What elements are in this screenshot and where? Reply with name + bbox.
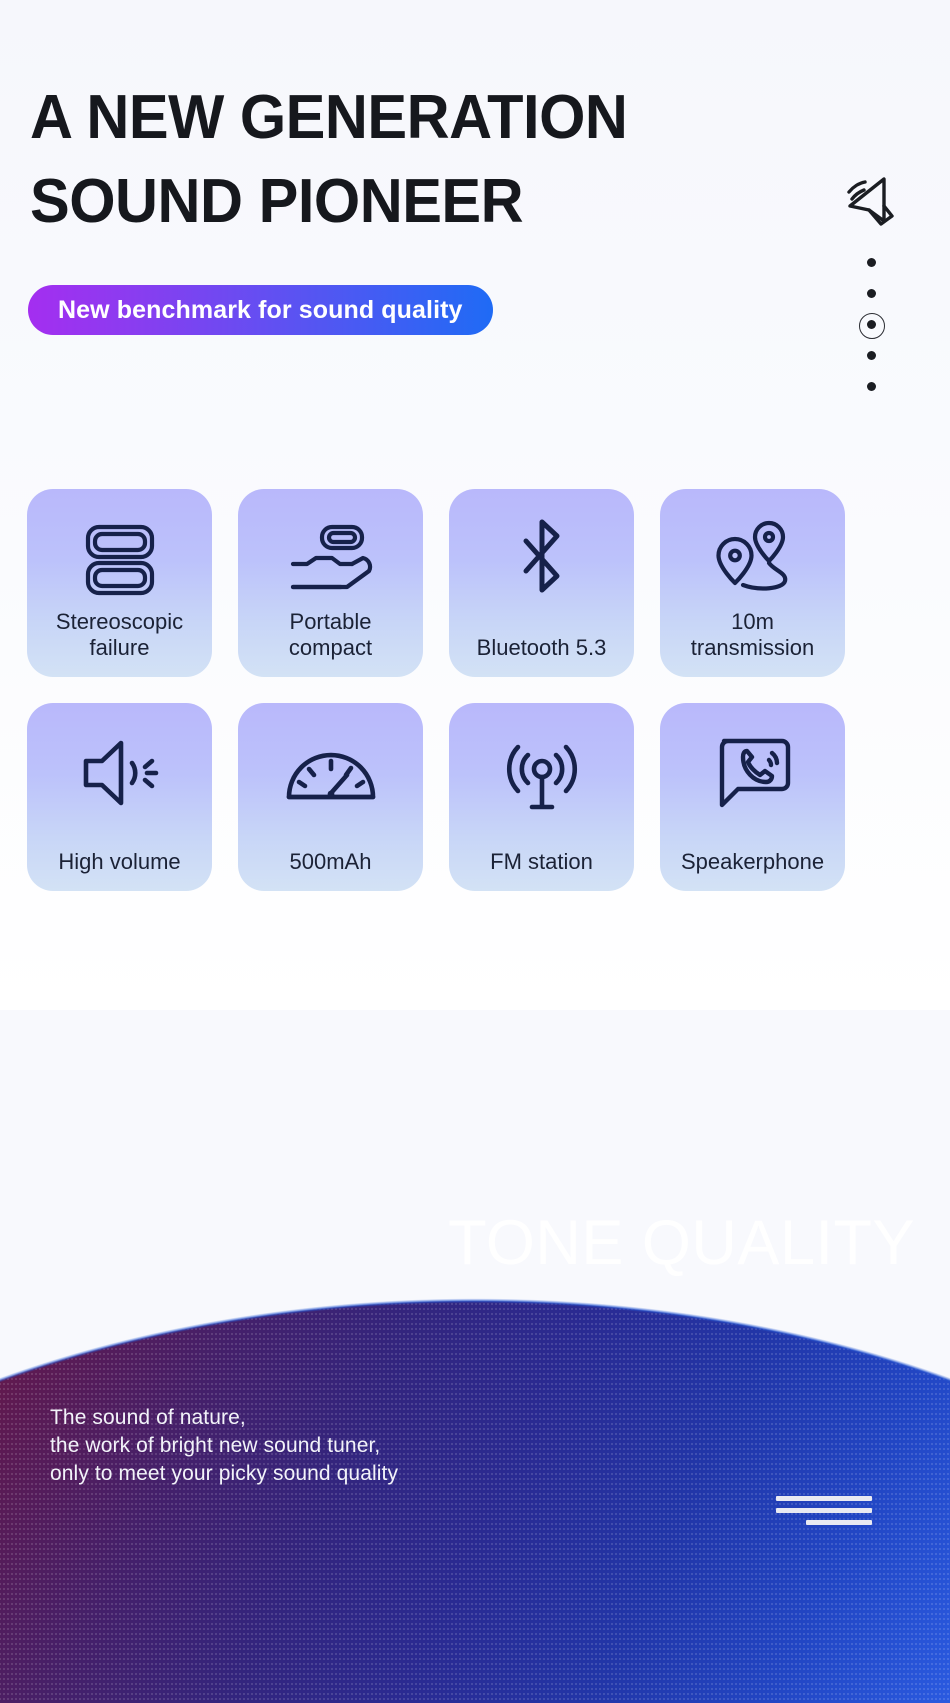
feature-card-high-volume[interactable]: High volume [27,703,212,891]
page-title: A NEW GENERATION SOUND PIONEER [30,83,628,236]
decorative-bar-2 [776,1508,872,1513]
feature-card-label: Portable compact [288,609,373,660]
feature-card-label: FM station [490,849,593,874]
hand-holding-device-icon [285,513,377,605]
feature-card-battery[interactable]: 500mAh [238,703,423,891]
feature-card-portable[interactable]: Portable compact [238,489,423,677]
location-pins-path-icon [707,513,799,605]
speech-bubble-phone-icon [710,727,796,819]
feature-card-bluetooth[interactable]: Bluetooth 5.3 [449,489,634,677]
feature-card-label: Bluetooth 5.3 [476,635,607,660]
stacked-speakers-icon [78,513,162,605]
tone-quality-section: TONE QUALITY The sound of nature, the wo… [0,993,950,1703]
feature-card-label: 500mAh [289,849,372,874]
volume-high-icon [76,727,164,819]
feature-card-label: High volume [58,849,181,874]
pagination-dot-3-active[interactable] [859,312,885,339]
tagline-badge[interactable]: New benchmark for sound quality [28,285,493,335]
pagination-dot-1[interactable] [866,258,876,267]
feature-card-label: Stereoscopic failure [55,609,184,660]
pagination-dot-5[interactable] [866,382,876,391]
section-title: TONE QUALITY [448,1208,915,1278]
decorative-bar-3 [806,1520,872,1525]
feature-grid: Stereoscopic failure Portable compact Bl… [27,489,923,891]
feature-card-label: Speakerphone [680,849,825,874]
pagination-dot-4[interactable] [866,351,876,360]
feature-card-stereoscopic[interactable]: Stereoscopic failure [27,489,212,677]
feature-card-fm-station[interactable]: FM station [449,703,634,891]
gauge-icon [283,727,379,819]
feature-card-speakerphone[interactable]: Speakerphone [660,703,845,891]
product-landing-page: A NEW GENERATION SOUND PIONEER New bench… [0,0,950,1703]
pagination-dot-2[interactable] [866,289,876,298]
decorative-bar-1 [776,1496,872,1501]
hero-section: A NEW GENERATION SOUND PIONEER New bench… [0,0,950,1010]
section-tagline: The sound of nature, the work of bright … [50,1406,399,1485]
feature-card-transmission[interactable]: 10m transmission [660,489,845,677]
decorative-bars [776,1496,872,1525]
carousel-pagination[interactable] [854,258,888,391]
broadcast-antenna-icon [500,727,584,819]
speaker-mute-icon [840,170,902,230]
section-gradient-background [0,993,950,1703]
feature-card-label: 10m transmission [690,609,815,660]
tagline-badge-label: New benchmark for sound quality [58,295,463,324]
bluetooth-icon [512,513,572,605]
